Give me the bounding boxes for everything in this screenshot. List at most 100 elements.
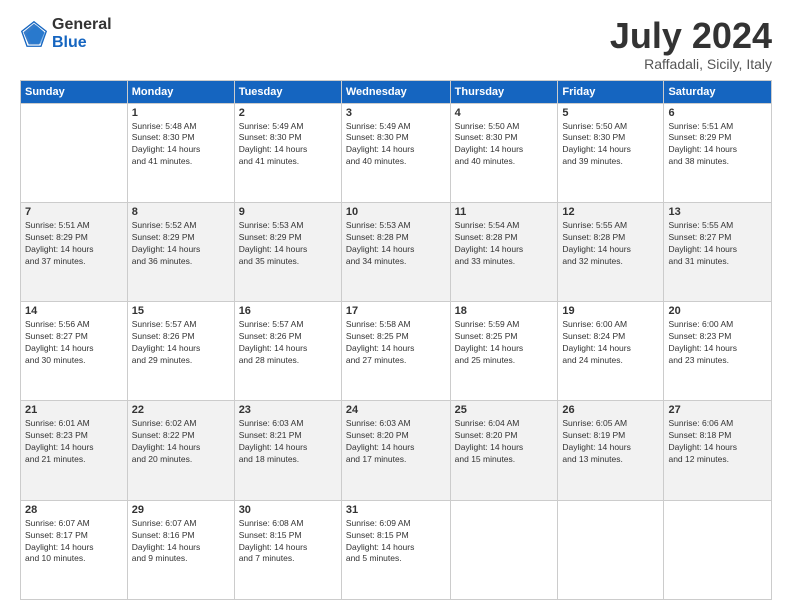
page: General Blue July 2024 Raffadali, Sicily… — [0, 0, 792, 612]
day-number: 21 — [25, 404, 123, 416]
table-row: 30 Sunrise: 6:08 AM Sunset: 8:15 PM Dayli… — [234, 500, 341, 599]
col-thursday: Thursday — [450, 80, 558, 103]
day-info: Sunrise: 5:52 AM Sunset: 8:29 PM Dayligh… — [132, 220, 230, 268]
table-row: 25 Sunrise: 6:04 AM Sunset: 8:20 PM Dayli… — [450, 401, 558, 500]
day-info: Sunrise: 5:49 AM Sunset: 8:30 PM Dayligh… — [239, 121, 337, 169]
col-saturday: Saturday — [664, 80, 772, 103]
day-info: Sunrise: 6:03 AM Sunset: 8:20 PM Dayligh… — [346, 418, 446, 466]
logo-text: General Blue — [52, 16, 112, 51]
day-number: 6 — [668, 107, 767, 119]
col-wednesday: Wednesday — [341, 80, 450, 103]
day-number: 10 — [346, 206, 446, 218]
location-subtitle: Raffadali, Sicily, Italy — [610, 56, 772, 72]
day-info: Sunrise: 5:58 AM Sunset: 8:25 PM Dayligh… — [346, 319, 446, 367]
table-row: 31Sunrise: 6:09 AM Sunset: 8:15 PM Dayli… — [341, 500, 450, 599]
calendar-table: Sunday Monday Tuesday Wednesday Thursday… — [20, 80, 772, 600]
table-row: 11 Sunrise: 5:54 AM Sunset: 8:28 PM Dayli… — [450, 202, 558, 301]
table-row: 1 Sunrise: 5:48 AM Sunset: 8:30 PM Daylig… — [127, 103, 234, 202]
table-row: 10Sunrise: 5:53 AM Sunset: 8:28 PM Dayli… — [341, 202, 450, 301]
day-info: Sunrise: 5:51 AM Sunset: 8:29 PM Dayligh… — [668, 121, 767, 169]
calendar-week-1: 1 Sunrise: 5:48 AM Sunset: 8:30 PM Daylig… — [21, 103, 772, 202]
table-row: 18 Sunrise: 5:59 AM Sunset: 8:25 PM Dayli… — [450, 302, 558, 401]
table-row: 20Sunrise: 6:00 AM Sunset: 8:23 PM Dayli… — [664, 302, 772, 401]
table-row: 21 Sunrise: 6:01 AM Sunset: 8:23 PM Dayli… — [21, 401, 128, 500]
logo-icon — [20, 20, 48, 48]
table-row: 27 Sunrise: 6:06 AM Sunset: 8:18 PM Dayli… — [664, 401, 772, 500]
day-number: 2 — [239, 107, 337, 119]
table-row — [450, 500, 558, 599]
day-number: 29 — [132, 504, 230, 516]
day-number: 30 — [239, 504, 337, 516]
col-friday: Friday — [558, 80, 664, 103]
table-row: 29 Sunrise: 6:07 AM Sunset: 8:16 PM Dayli… — [127, 500, 234, 599]
day-info: Sunrise: 5:57 AM Sunset: 8:26 PM Dayligh… — [239, 319, 337, 367]
day-number: 27 — [668, 404, 767, 416]
table-row: 2 Sunrise: 5:49 AM Sunset: 8:30 PM Daylig… — [234, 103, 341, 202]
day-number: 14 — [25, 305, 123, 317]
header-row: Sunday Monday Tuesday Wednesday Thursday… — [21, 80, 772, 103]
logo: General Blue — [20, 16, 112, 51]
day-number: 15 — [132, 305, 230, 317]
title-area: July 2024 Raffadali, Sicily, Italy — [610, 16, 772, 72]
day-info: Sunrise: 6:01 AM Sunset: 8:23 PM Dayligh… — [25, 418, 123, 466]
day-info: Sunrise: 6:03 AM Sunset: 8:21 PM Dayligh… — [239, 418, 337, 466]
table-row: 14 Sunrise: 5:56 AM Sunset: 8:27 PM Dayli… — [21, 302, 128, 401]
table-row: 17 Sunrise: 5:58 AM Sunset: 8:25 PM Dayli… — [341, 302, 450, 401]
table-row: 12 Sunrise: 5:55 AM Sunset: 8:28 PM Dayli… — [558, 202, 664, 301]
day-info: Sunrise: 5:55 AM Sunset: 8:28 PM Dayligh… — [562, 220, 659, 268]
day-info: Sunrise: 5:55 AM Sunset: 8:27 PM Dayligh… — [668, 220, 767, 268]
day-number: 8 — [132, 206, 230, 218]
table-row: 15Sunrise: 5:57 AM Sunset: 8:26 PM Dayli… — [127, 302, 234, 401]
day-number: 26 — [562, 404, 659, 416]
table-row: 5 Sunrise: 5:50 AM Sunset: 8:30 PM Daylig… — [558, 103, 664, 202]
day-info: Sunrise: 6:04 AM Sunset: 8:20 PM Dayligh… — [455, 418, 554, 466]
day-number: 11 — [455, 206, 554, 218]
table-row: 23Sunrise: 6:03 AM Sunset: 8:21 PM Dayli… — [234, 401, 341, 500]
day-number: 19 — [562, 305, 659, 317]
day-number: 25 — [455, 404, 554, 416]
day-number: 3 — [346, 107, 446, 119]
day-number: 1 — [132, 107, 230, 119]
table-row: 3 Sunrise: 5:49 AM Sunset: 8:30 PM Daylig… — [341, 103, 450, 202]
logo-general-text: General — [52, 16, 112, 34]
day-number: 5 — [562, 107, 659, 119]
day-info: Sunrise: 5:53 AM Sunset: 8:29 PM Dayligh… — [239, 220, 337, 268]
day-number: 22 — [132, 404, 230, 416]
day-info: Sunrise: 5:50 AM Sunset: 8:30 PM Dayligh… — [455, 121, 554, 169]
col-tuesday: Tuesday — [234, 80, 341, 103]
header: General Blue July 2024 Raffadali, Sicily… — [20, 16, 772, 72]
table-row: 28Sunrise: 6:07 AM Sunset: 8:17 PM Dayli… — [21, 500, 128, 599]
day-number: 12 — [562, 206, 659, 218]
day-number: 18 — [455, 305, 554, 317]
logo-blue-text: Blue — [52, 34, 112, 52]
day-number: 9 — [239, 206, 337, 218]
calendar-week-2: 7Sunrise: 5:51 AM Sunset: 8:29 PM Daylig… — [21, 202, 772, 301]
day-number: 4 — [455, 107, 554, 119]
day-info: Sunrise: 5:59 AM Sunset: 8:25 PM Dayligh… — [455, 319, 554, 367]
day-info: Sunrise: 6:02 AM Sunset: 8:22 PM Dayligh… — [132, 418, 230, 466]
calendar-week-5: 28Sunrise: 6:07 AM Sunset: 8:17 PM Dayli… — [21, 500, 772, 599]
table-row: 24Sunrise: 6:03 AM Sunset: 8:20 PM Dayli… — [341, 401, 450, 500]
day-info: Sunrise: 5:49 AM Sunset: 8:30 PM Dayligh… — [346, 121, 446, 169]
table-row: 22 Sunrise: 6:02 AM Sunset: 8:22 PM Dayli… — [127, 401, 234, 500]
day-info: Sunrise: 6:08 AM Sunset: 8:15 PM Dayligh… — [239, 518, 337, 566]
day-info: Sunrise: 5:48 AM Sunset: 8:30 PM Dayligh… — [132, 121, 230, 169]
day-info: Sunrise: 6:07 AM Sunset: 8:16 PM Dayligh… — [132, 518, 230, 566]
col-sunday: Sunday — [21, 80, 128, 103]
day-info: Sunrise: 5:54 AM Sunset: 8:28 PM Dayligh… — [455, 220, 554, 268]
day-info: Sunrise: 5:56 AM Sunset: 8:27 PM Dayligh… — [25, 319, 123, 367]
day-number: 17 — [346, 305, 446, 317]
col-monday: Monday — [127, 80, 234, 103]
day-info: Sunrise: 6:06 AM Sunset: 8:18 PM Dayligh… — [668, 418, 767, 466]
day-info: Sunrise: 6:05 AM Sunset: 8:19 PM Dayligh… — [562, 418, 659, 466]
table-row: 16 Sunrise: 5:57 AM Sunset: 8:26 PM Dayli… — [234, 302, 341, 401]
month-title: July 2024 — [610, 16, 772, 56]
day-number: 16 — [239, 305, 337, 317]
table-row: 8 Sunrise: 5:52 AM Sunset: 8:29 PM Daylig… — [127, 202, 234, 301]
table-row: 4 Sunrise: 5:50 AM Sunset: 8:30 PM Daylig… — [450, 103, 558, 202]
table-row: 13 Sunrise: 5:55 AM Sunset: 8:27 PM Dayli… — [664, 202, 772, 301]
day-number: 13 — [668, 206, 767, 218]
day-info: Sunrise: 6:00 AM Sunset: 8:24 PM Dayligh… — [562, 319, 659, 367]
day-info: Sunrise: 6:07 AM Sunset: 8:17 PM Dayligh… — [25, 518, 123, 566]
day-info: Sunrise: 5:50 AM Sunset: 8:30 PM Dayligh… — [562, 121, 659, 169]
